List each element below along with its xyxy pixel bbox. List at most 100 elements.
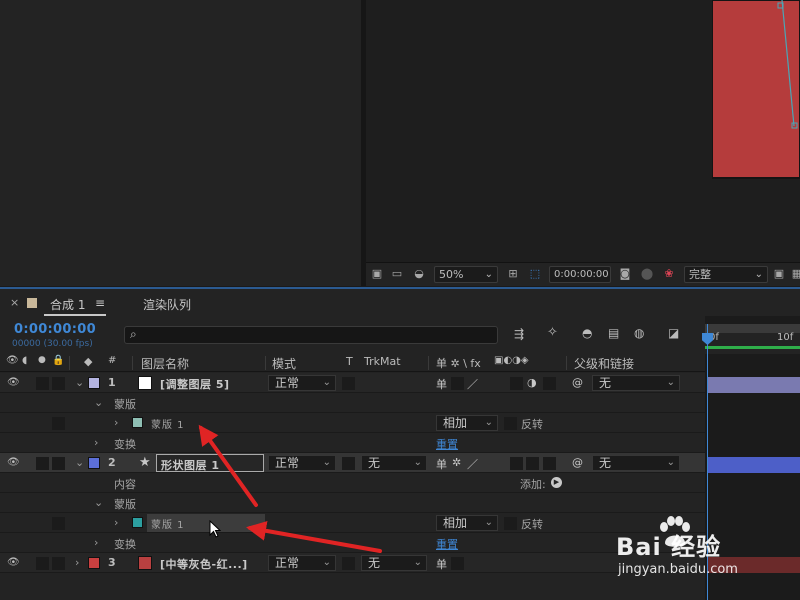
layer-search-input[interactable]: ⌕ (124, 326, 498, 344)
tab-menu-icon[interactable]: ≡ (95, 296, 105, 310)
label-color-swatch[interactable] (88, 557, 100, 569)
tab-comp-1[interactable]: 合成 1 (50, 296, 85, 313)
eye-icon[interactable]: 👁 (7, 557, 20, 568)
motion-blur-icon[interactable]: ◍ (634, 326, 644, 340)
current-time-display[interactable]: 0:00:00:00 (14, 322, 96, 337)
contents-row-2[interactable]: 内容 添加: ▶ (0, 473, 705, 493)
shy-switch-icon[interactable]: 单 (436, 556, 447, 572)
parent-dropdown[interactable]: 无 ⌄ (592, 375, 680, 391)
mask-name-highlight[interactable]: 蒙版 1 (147, 514, 265, 532)
lock-switch[interactable] (52, 457, 65, 470)
audio-icon[interactable]: ◖ (22, 355, 27, 366)
add-play-icon[interactable]: ▶ (551, 477, 562, 488)
collapse-switch[interactable] (451, 377, 464, 390)
composition-flowchart-icon[interactable]: ⇶ (514, 327, 524, 341)
frame-blend-switch[interactable] (510, 457, 523, 470)
col-parent-link[interactable]: 父级和链接 (574, 355, 634, 372)
layer-name-edit-field[interactable]: 形状图层 1 (156, 454, 264, 472)
layer-2-duration-bar[interactable] (708, 457, 800, 473)
parent-dropdown[interactable]: 无 ⌄ (592, 455, 680, 471)
zoom-dropdown[interactable]: 50% ⌄ (434, 266, 498, 283)
always-preview-icon[interactable]: ▣ (370, 268, 384, 280)
twirl-right-icon[interactable]: › (114, 416, 118, 429)
mask-color-swatch[interactable] (132, 517, 143, 528)
lock-switch[interactable] (52, 377, 65, 390)
layer-row-1[interactable]: 👁 ⌄ 1 [调整图层 5] 正常 ⌄ 单 ／ ◑ @ 无 ⌄ (0, 373, 705, 393)
mask-visibility-icon[interactable]: ◒ (412, 268, 426, 280)
layer-name[interactable]: [中等灰色-红...] (160, 556, 248, 572)
quality-switch-icon[interactable]: ／ (467, 456, 478, 472)
3d-layer-switch[interactable] (543, 377, 556, 390)
pick-whip-icon[interactable]: @ (572, 376, 583, 389)
draft-3d-icon[interactable]: ✧ (547, 325, 558, 340)
twirl-right-icon[interactable]: › (75, 556, 79, 569)
solo-icon[interactable]: ● (38, 355, 46, 365)
solo-switch[interactable] (36, 377, 49, 390)
lock-switch[interactable] (52, 417, 65, 430)
eye-icon[interactable]: 👁 (7, 457, 20, 468)
layer-row-2[interactable]: 👁 ⌄ 2 ★ 形状图层 1 正常 ⌄ 无 ⌄ 单 ✲ ／ @ 无 ⌄ (0, 453, 705, 473)
tab-render-queue[interactable]: 渲染队列 (143, 296, 191, 313)
col-layer-name[interactable]: 图层名称 (141, 355, 189, 372)
lock-switch[interactable] (52, 557, 65, 570)
label-color-swatch[interactable] (88, 377, 100, 389)
viewer-timecode-field[interactable]: 0:00:00:00 (549, 266, 611, 283)
mask-mode-dropdown[interactable]: 相加 ⌄ (436, 415, 498, 431)
transform-row-1[interactable]: › 变换 重置 (0, 433, 705, 453)
graph-editor-icon[interactable]: ◪ (668, 326, 679, 340)
trkmat-dropdown[interactable]: 无 ⌄ (361, 455, 427, 471)
monitor-icon[interactable]: ▭ (390, 268, 404, 280)
twirl-right-icon[interactable]: › (94, 436, 98, 449)
av-eye-icon[interactable]: 👁 (6, 355, 19, 366)
region-of-interest-icon[interactable]: ⊞ (506, 268, 520, 280)
lock-switch[interactable] (52, 517, 65, 530)
twirl-down-icon[interactable]: ⌄ (94, 396, 103, 409)
label-color-swatch[interactable] (88, 457, 100, 469)
lock-icon[interactable]: 🔒 (52, 355, 64, 366)
mask-mode-dropdown[interactable]: 相加 ⌄ (436, 515, 498, 531)
twirl-down-icon[interactable]: ⌄ (75, 376, 84, 389)
preserve-transparency-switch[interactable] (342, 457, 355, 470)
shy-switch-icon[interactable]: 单 (436, 376, 447, 392)
collapse-switch-icon[interactable]: ✲ (452, 456, 461, 469)
show-snapshot-icon[interactable]: ⬤ (640, 268, 654, 280)
mask-group-row-2[interactable]: ⌄ 蒙版 (0, 493, 705, 513)
shy-layers-icon[interactable]: ◓ (582, 326, 592, 340)
pick-whip-icon[interactable]: @ (572, 456, 583, 469)
mode-dropdown[interactable]: 正常 ⌄ (268, 375, 336, 391)
preserve-transparency-switch[interactable] (342, 557, 355, 570)
adjustment-layer-switch-icon[interactable]: ◑ (527, 376, 537, 389)
twirl-right-icon[interactable]: › (94, 536, 98, 549)
snapshot-camera-icon[interactable]: ◙ (618, 268, 632, 280)
invert-checkbox[interactable] (504, 417, 517, 430)
reset-link[interactable]: 重置 (436, 436, 458, 452)
close-tab-icon[interactable]: × (10, 296, 19, 309)
resolution-dropdown[interactable]: 完整 ⌄ (684, 266, 768, 283)
twirl-down-icon[interactable]: ⌄ (75, 456, 84, 469)
collapse-switch[interactable] (451, 557, 464, 570)
twirl-right-icon[interactable]: › (114, 516, 118, 529)
grid-guides-icon[interactable]: ▦ (790, 268, 800, 280)
col-mode[interactable]: 模式 (272, 355, 296, 372)
label-tag-icon[interactable]: ◆ (84, 355, 92, 368)
solo-switch[interactable] (36, 457, 49, 470)
mode-dropdown[interactable]: 正常 ⌄ (268, 555, 336, 571)
solo-switch[interactable] (36, 557, 49, 570)
preserve-transparency-switch[interactable] (342, 377, 355, 390)
eye-icon[interactable]: 👁 (7, 377, 20, 388)
toggle-transparency-grid-icon[interactable]: ⬚ (528, 268, 542, 280)
mode-dropdown[interactable]: 正常 ⌄ (268, 455, 336, 471)
frame-blending-icon[interactable]: ▤ (608, 326, 619, 340)
mask-group-row-1[interactable]: ⌄ 蒙版 (0, 393, 705, 413)
mask-row-1[interactable]: › 蒙版 1 相加 ⌄ 反转 (0, 413, 705, 433)
mask-color-swatch[interactable] (132, 417, 143, 428)
3d-layer-switch[interactable] (543, 457, 556, 470)
color-channels-icon[interactable]: ❀ (662, 268, 676, 280)
adjustment-layer-switch[interactable] (526, 457, 539, 470)
shy-switch-icon[interactable]: 单 (436, 456, 447, 472)
mask-name[interactable]: 蒙版 1 (151, 416, 185, 431)
frame-blend-switch[interactable] (510, 377, 523, 390)
trkmat-dropdown[interactable]: 无 ⌄ (361, 555, 427, 571)
quality-switch-icon[interactable]: ／ (467, 376, 478, 392)
reset-link[interactable]: 重置 (436, 536, 458, 552)
